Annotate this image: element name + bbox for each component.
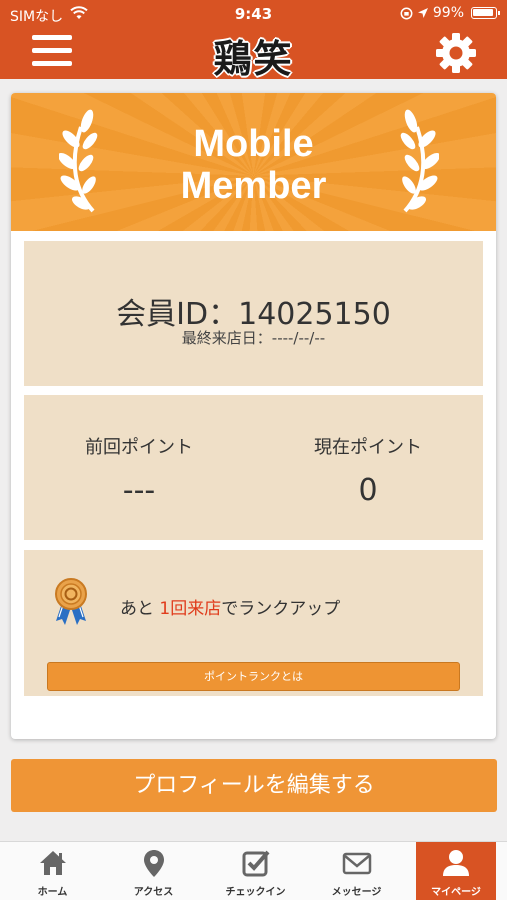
home-icon	[40, 851, 66, 875]
current-points-label: 現在ポイント	[314, 437, 422, 458]
previous-points-value: ---	[122, 473, 156, 508]
battery-icon	[471, 7, 500, 19]
medal-icon	[55, 578, 87, 625]
tab-message[interactable]: メッセージ	[306, 842, 407, 900]
tab-access[interactable]: アクセス	[103, 842, 204, 900]
tab-bar: ホーム アクセス チェックイン メッセージ マイページ	[0, 841, 507, 900]
edit-profile-button[interactable]: プロフィールを編集する	[11, 759, 497, 812]
envelope-icon	[342, 852, 372, 875]
tab-label: アクセス	[133, 887, 174, 898]
tab-label: ホーム	[37, 887, 68, 898]
map-pin-icon	[144, 850, 164, 877]
location-arrow-icon	[417, 8, 428, 18]
gear-icon	[436, 33, 476, 73]
points-panel: 前回ポイント --- 現在ポイント 0	[24, 395, 483, 540]
current-points: 現在ポイント 0	[253, 433, 483, 508]
checkbox-icon	[242, 850, 270, 877]
battery-percent: 99%	[432, 5, 464, 21]
orientation-lock-icon	[400, 7, 413, 19]
member-id-panel: 会員ID：14025150 最終来店日：----/--/--	[24, 241, 483, 386]
app-header: SIMなし 9:43 99% 鶏笑	[0, 0, 507, 81]
person-icon	[443, 850, 469, 876]
previous-points-label: 前回ポイント	[85, 437, 193, 458]
point-rank-info-button[interactable]: ポイントランクとは	[47, 662, 460, 691]
tab-label: メッセージ	[331, 887, 382, 898]
current-points-value: 0	[358, 473, 378, 508]
member-card: Mobile Member 会員ID：14025150 最終来店日：----/-…	[11, 93, 496, 739]
rank-up-message: あと 1回来店でランクアップ	[120, 594, 340, 619]
tab-label: マイページ	[431, 887, 481, 898]
settings-button[interactable]	[434, 31, 478, 75]
last-visit-date: 最終来店日：----/--/--	[181, 329, 326, 347]
status-bar: SIMなし 9:43 99%	[0, 0, 507, 28]
tab-mypage[interactable]: マイページ	[416, 842, 496, 900]
previous-points: 前回ポイント ---	[24, 433, 254, 508]
member-banner: Mobile Member	[11, 93, 496, 231]
rank-panel: あと 1回来店でランクアップ ポイントランクとは	[24, 550, 483, 696]
status-right: 99%	[400, 5, 500, 21]
laurel-right-icon	[400, 109, 439, 213]
tab-home[interactable]: ホーム	[2, 842, 103, 900]
rank-highlight: 1回来店	[159, 599, 222, 619]
rank-suffix: でランクアップ	[221, 599, 341, 619]
tab-checkin[interactable]: チェックイン	[205, 842, 306, 900]
rank-prefix: あと	[120, 599, 154, 619]
tab-label: チェックイン	[225, 887, 286, 898]
app-logo: 鶏笑	[213, 36, 294, 81]
